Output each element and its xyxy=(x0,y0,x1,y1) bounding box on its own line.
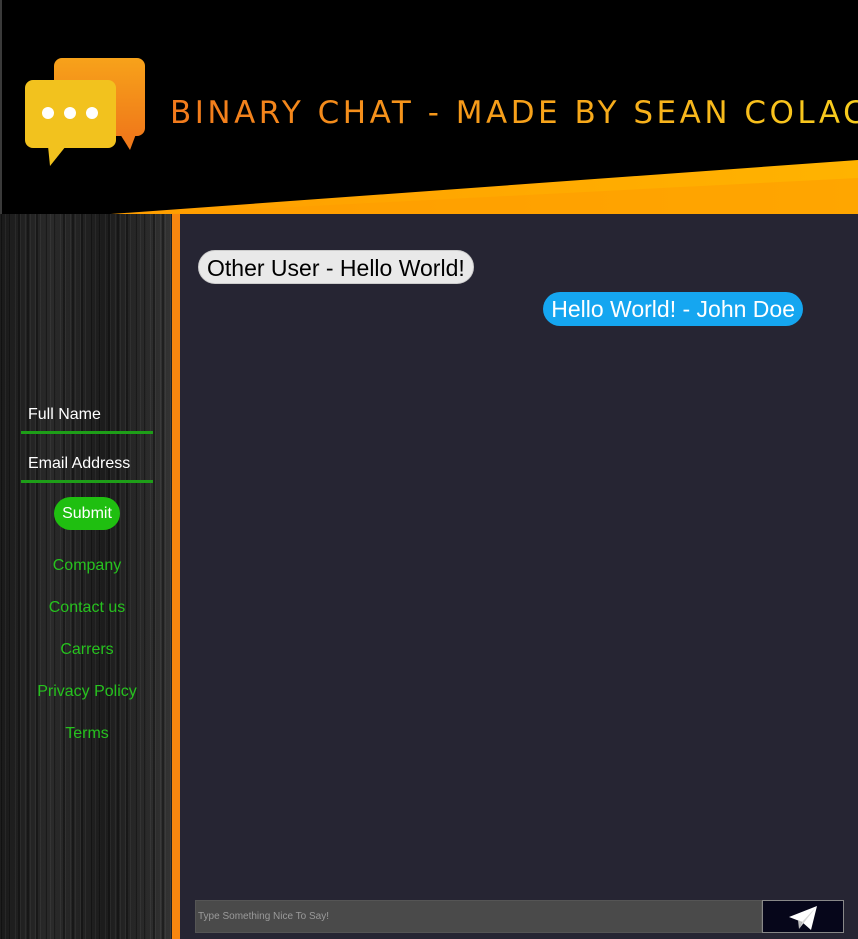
chat-bubbles-icon xyxy=(25,58,145,166)
contact-us-link[interactable]: Contact us xyxy=(49,599,125,616)
careers-link[interactable]: Carrers xyxy=(60,641,113,658)
link-item: Carrers xyxy=(0,638,174,680)
message-composer xyxy=(195,900,844,933)
link-item: Privacy Policy xyxy=(0,680,174,722)
page-title: BINARY CHAT - MADE BY SEAN COLACO xyxy=(170,92,858,134)
chat-panel: Other User - Hello World! Hello World! -… xyxy=(180,214,858,939)
message-input[interactable] xyxy=(195,900,762,933)
paper-plane-icon xyxy=(789,906,817,930)
send-button[interactable] xyxy=(762,900,844,933)
company-link[interactable]: Company xyxy=(53,557,121,574)
sidebar-divider xyxy=(172,214,180,939)
full-name-input[interactable] xyxy=(21,398,153,434)
terms-link[interactable]: Terms xyxy=(65,725,109,742)
message-own-user: Hello World! - John Doe xyxy=(543,292,803,326)
submit-button[interactable]: Submit xyxy=(54,497,120,530)
email-address-input[interactable] xyxy=(21,447,153,483)
link-item: Contact us xyxy=(0,596,174,638)
site-header: BINARY CHAT - MADE BY SEAN COLACO xyxy=(0,0,858,222)
link-item: Terms xyxy=(0,722,174,764)
message-other-user: Other User - Hello World! xyxy=(198,250,474,284)
footer-links: Company Contact us Carrers Privacy Polic… xyxy=(0,554,174,764)
privacy-policy-link[interactable]: Privacy Policy xyxy=(37,683,137,700)
link-item: Company xyxy=(0,554,174,596)
